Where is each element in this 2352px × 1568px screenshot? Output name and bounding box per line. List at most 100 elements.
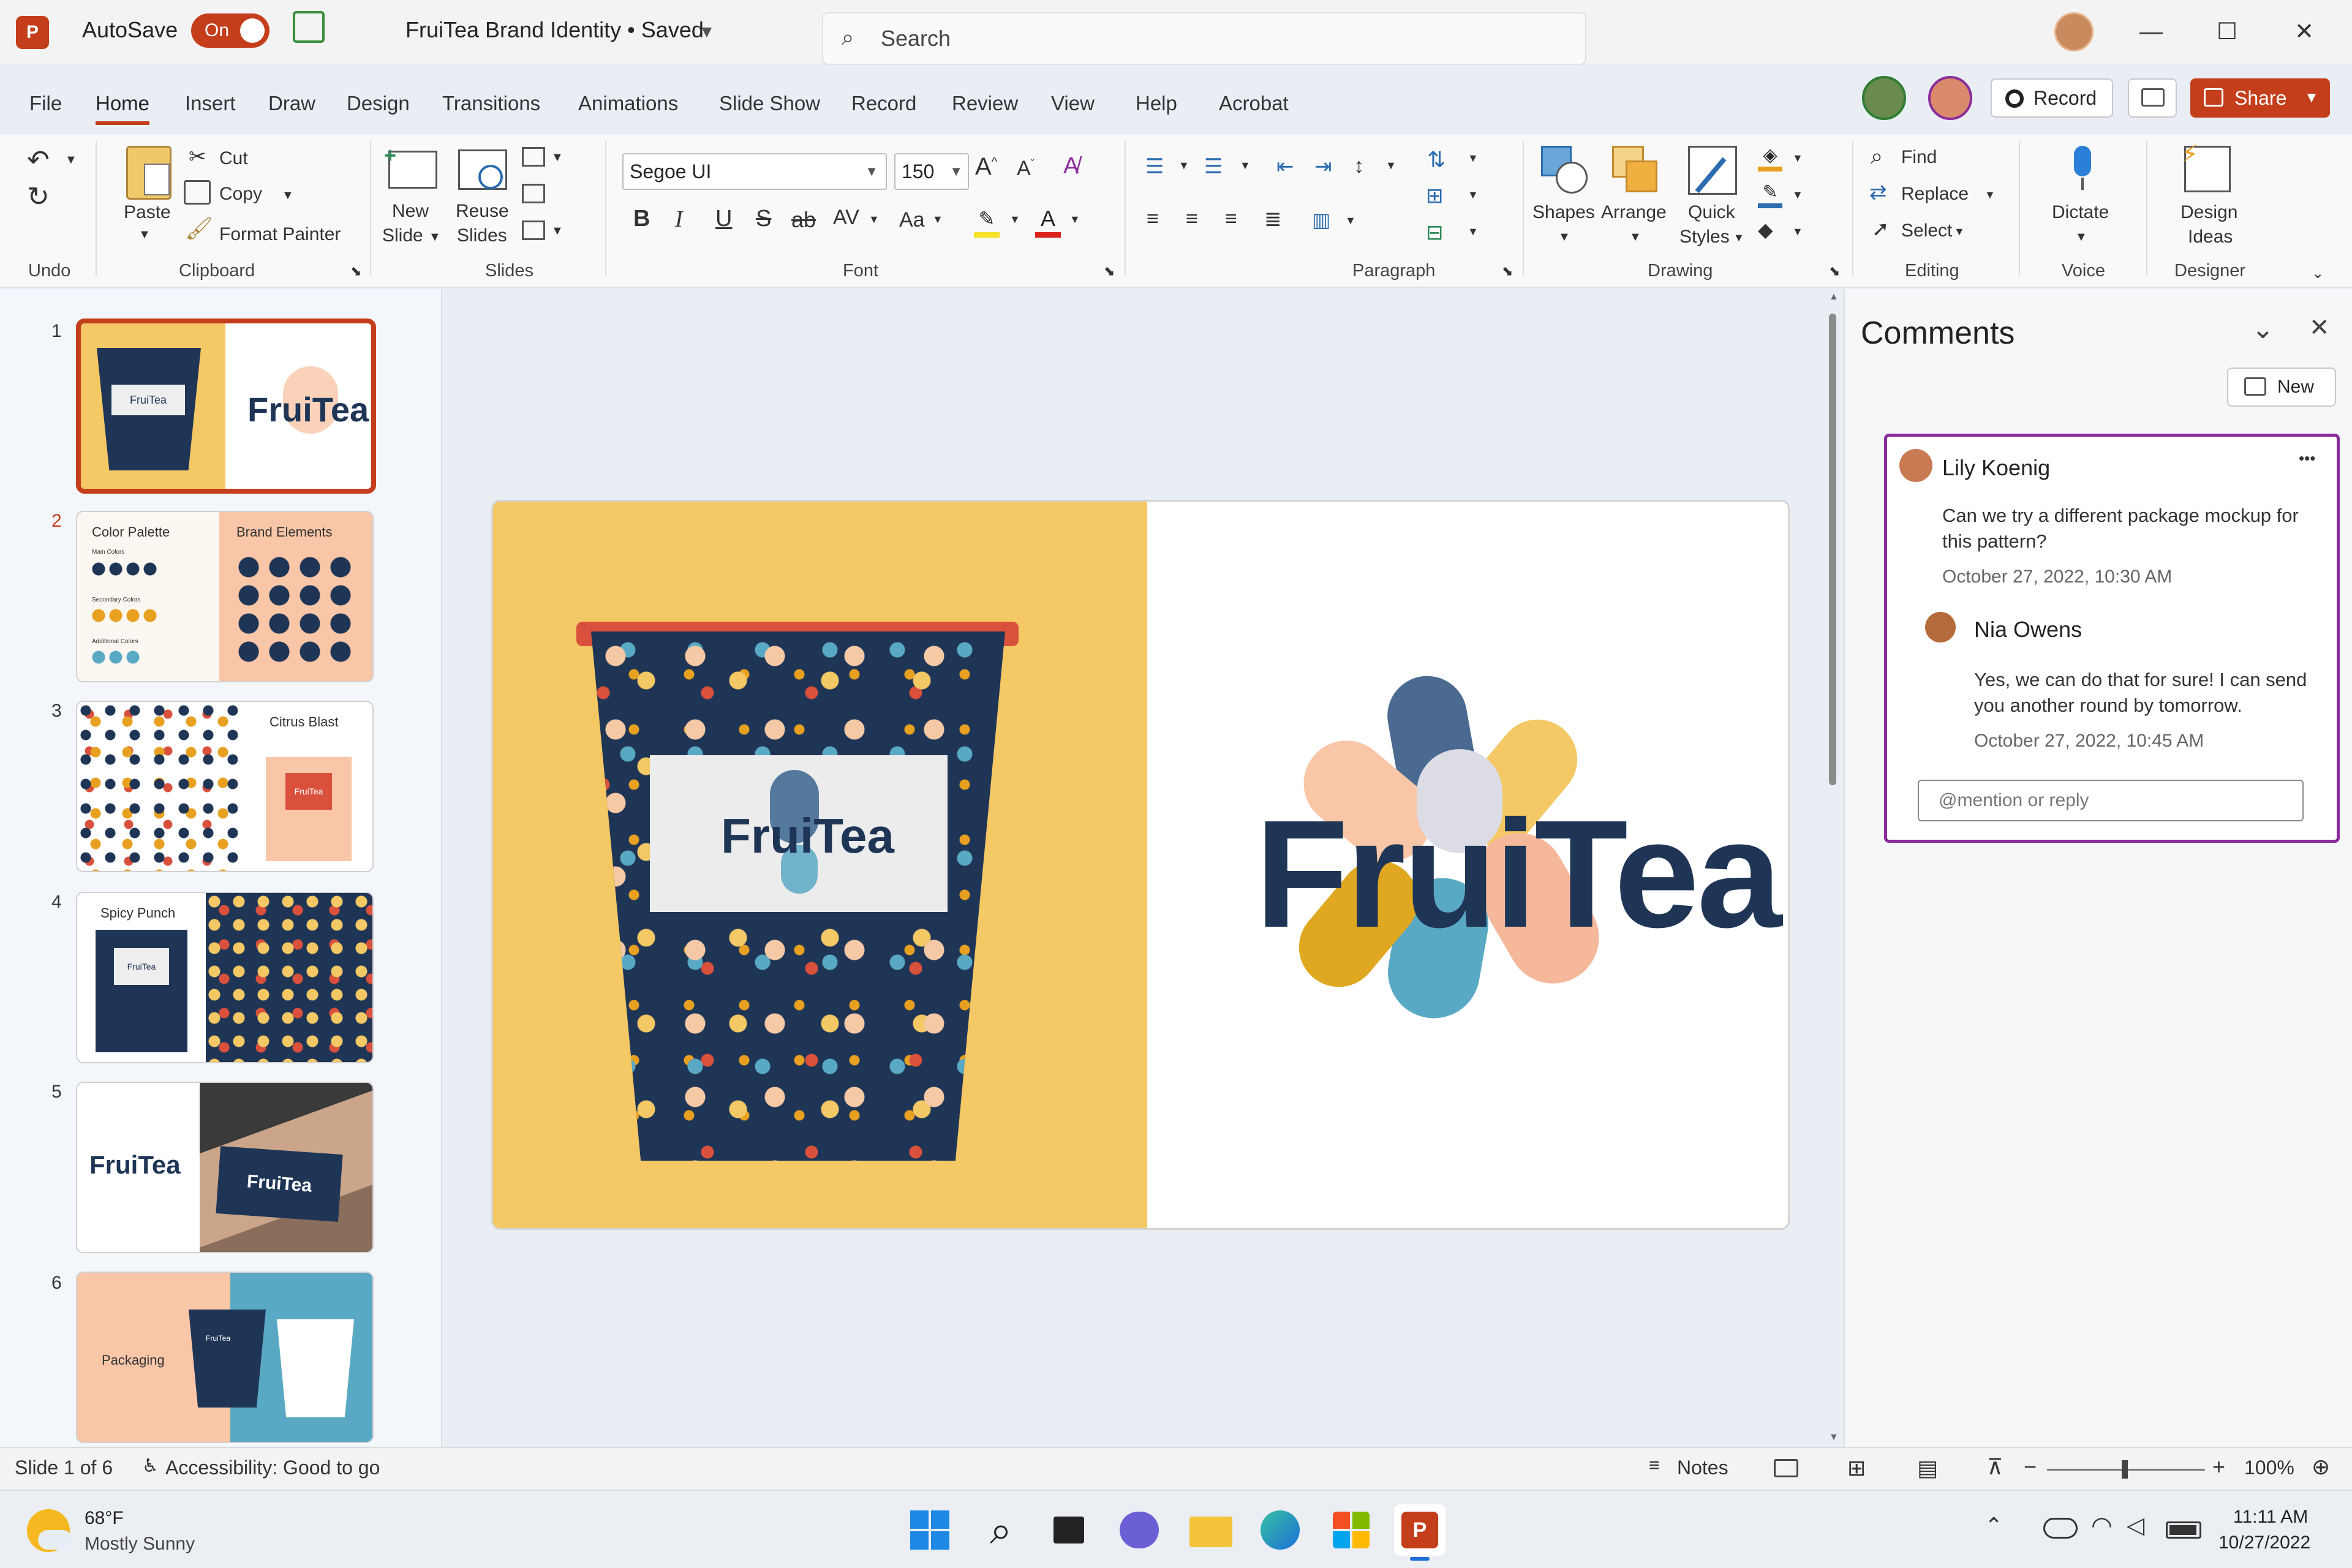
- current-slide-canvas[interactable]: FruiTea FruiTea: [491, 500, 1790, 1230]
- slide-thumbnail-5[interactable]: FruiTea FruiTea: [76, 1082, 374, 1253]
- align-center-icon[interactable]: ≡: [1186, 207, 1198, 231]
- taskbar-search-icon[interactable]: ⌕: [975, 1504, 1027, 1556]
- dictate-dropdown-icon[interactable]: ▼: [2075, 230, 2087, 244]
- comments-collapse-icon[interactable]: ⌄: [2252, 314, 2274, 345]
- slide-thumbnail-3[interactable]: FruiTea Citrus Blast: [76, 701, 374, 872]
- task-view-icon[interactable]: [1044, 1504, 1095, 1556]
- shape-outline-icon[interactable]: ✎: [1758, 181, 1782, 208]
- tab-design[interactable]: Design: [347, 92, 410, 115]
- shapes-button-label[interactable]: Shapes: [1532, 202, 1595, 223]
- spacing-dropdown-icon[interactable]: ▼: [869, 213, 880, 226]
- start-menu-icon[interactable]: [904, 1504, 956, 1556]
- select-cursor-icon[interactable]: ➚: [1872, 217, 1890, 241]
- comments-close-icon[interactable]: ✕: [2309, 314, 2330, 342]
- zoom-in-button[interactable]: +: [2212, 1454, 2225, 1480]
- layout-icon[interactable]: [522, 147, 545, 167]
- weather-sun-icon[interactable]: [27, 1509, 72, 1552]
- highlight-dropdown-icon[interactable]: ▼: [1009, 213, 1020, 226]
- columns-icon[interactable]: ▥: [1312, 208, 1330, 232]
- onedrive-cloud-icon[interactable]: [2043, 1518, 2078, 1539]
- copy-dropdown-icon[interactable]: ▼: [282, 189, 294, 203]
- zoom-out-button[interactable]: −: [2024, 1454, 2037, 1480]
- volume-icon[interactable]: ◁: [2127, 1512, 2144, 1539]
- replace-icon[interactable]: ⇄: [1869, 180, 1887, 205]
- comment-thread-card[interactable]: Lily Koenig ••• Can we try a different p…: [1884, 434, 2340, 843]
- italic-button[interactable]: I: [675, 206, 683, 233]
- align-text-icon[interactable]: ⊞: [1426, 184, 1444, 208]
- zoom-slider-thumb[interactable]: [2122, 1460, 2128, 1479]
- tab-slide-show[interactable]: Slide Show: [719, 92, 820, 115]
- paste-icon[interactable]: [126, 146, 172, 200]
- align-right-icon[interactable]: ≡: [1225, 207, 1237, 231]
- strikethrough-button[interactable]: ab: [791, 207, 816, 233]
- text-direction-dropdown-icon[interactable]: ▼: [1468, 152, 1479, 165]
- layout-dropdown-icon[interactable]: ▼: [551, 151, 564, 165]
- numbering-dropdown-icon[interactable]: ▼: [1240, 159, 1251, 172]
- reuse-slides-label-2[interactable]: Slides: [457, 225, 507, 246]
- wifi-icon[interactable]: ◠: [2091, 1512, 2113, 1540]
- notes-button[interactable]: Notes: [1677, 1457, 1728, 1479]
- tab-animations[interactable]: Animations: [578, 92, 678, 115]
- character-spacing-button[interactable]: AV: [833, 206, 859, 230]
- align-text-dropdown-icon[interactable]: ▼: [1468, 189, 1479, 202]
- font-launcher-icon[interactable]: ⬊: [1104, 263, 1115, 279]
- shape-outline-dropdown-icon[interactable]: ▼: [1792, 189, 1803, 202]
- smartart-icon[interactable]: ⊟: [1426, 221, 1444, 245]
- paste-button-label[interactable]: Paste: [124, 202, 171, 223]
- more-options-icon[interactable]: •••: [2299, 449, 2315, 468]
- arrange-button-label[interactable]: Arrange: [1601, 202, 1667, 223]
- clipboard-launcher-icon[interactable]: ⬊: [350, 263, 361, 279]
- normal-view-icon[interactable]: [1774, 1459, 1798, 1477]
- change-case-button[interactable]: Aa: [899, 208, 925, 232]
- microphone-icon[interactable]: [2069, 146, 2096, 192]
- design-ideas-icon[interactable]: ⚡: [2181, 141, 2231, 192]
- find-button[interactable]: Find: [1901, 147, 1937, 168]
- arrange-dropdown-icon[interactable]: ▼: [1629, 230, 1642, 244]
- comments-toggle-button[interactable]: [2128, 78, 2177, 118]
- powerpoint-taskbar-icon[interactable]: P: [1394, 1504, 1446, 1561]
- bullets-dropdown-icon[interactable]: ▼: [1178, 159, 1189, 172]
- undo-icon[interactable]: ↶: [27, 145, 50, 176]
- justify-icon[interactable]: ≣: [1264, 207, 1282, 232]
- file-explorer-icon[interactable]: [1185, 1504, 1236, 1556]
- numbering-icon[interactable]: ☰: [1204, 154, 1223, 179]
- slide-thumbnail-1[interactable]: FruiTea FruiTea: [76, 318, 376, 494]
- quick-styles-icon[interactable]: [1688, 146, 1737, 195]
- slide-sorter-icon[interactable]: ⊞: [1847, 1455, 1866, 1481]
- accessibility-status[interactable]: Accessibility: Good to go: [165, 1457, 380, 1479]
- reuse-slides-icon[interactable]: [458, 149, 507, 190]
- minimize-icon[interactable]: —: [2132, 12, 2171, 51]
- tab-view[interactable]: View: [1051, 92, 1095, 115]
- tab-home[interactable]: Home: [96, 92, 150, 125]
- notes-icon[interactable]: ≡: [1649, 1455, 1660, 1476]
- new-slide-label-2[interactable]: Slide: [382, 225, 423, 246]
- tray-chevron-up-icon[interactable]: ⌃: [1985, 1513, 2003, 1539]
- decrease-indent-icon[interactable]: ⇤: [1276, 154, 1294, 179]
- decrease-font-icon[interactable]: Aˇ: [1017, 157, 1035, 181]
- shadow-button[interactable]: S: [756, 206, 771, 232]
- tab-record[interactable]: Record: [851, 92, 916, 115]
- reading-view-icon[interactable]: ▤: [1917, 1455, 1938, 1481]
- shape-effects-icon[interactable]: ◆: [1758, 218, 1773, 241]
- clock-time[interactable]: 11:11 AM: [2233, 1507, 2308, 1528]
- clock-date[interactable]: 10/27/2022: [2218, 1532, 2310, 1553]
- font-color-icon[interactable]: A: [1035, 206, 1061, 238]
- shapes-icon[interactable]: [1541, 146, 1590, 195]
- accessibility-icon[interactable]: ♿: [142, 1455, 159, 1477]
- weather-temperature[interactable]: 68°F: [85, 1508, 124, 1529]
- select-button[interactable]: Select: [1901, 221, 1952, 241]
- increase-font-icon[interactable]: A^: [975, 153, 997, 181]
- cut-icon[interactable]: ✂: [189, 145, 206, 169]
- line-spacing-dropdown-icon[interactable]: ▼: [1385, 159, 1396, 172]
- zoom-level[interactable]: 100%: [2244, 1457, 2294, 1479]
- find-icon[interactable]: ⌕: [1871, 143, 1883, 170]
- tab-insert[interactable]: Insert: [185, 92, 236, 115]
- tab-file[interactable]: File: [29, 92, 62, 115]
- ribbon-collapse-icon[interactable]: ⌄: [2312, 265, 2324, 282]
- maximize-icon[interactable]: ☐: [2207, 12, 2247, 51]
- coauthor-avatar-2[interactable]: [1928, 76, 1972, 120]
- copy-icon[interactable]: [184, 180, 211, 205]
- reply-input[interactable]: @mention or reply: [1918, 780, 2304, 821]
- font-size-select[interactable]: 150 ▼: [894, 153, 969, 190]
- font-color-dropdown-icon[interactable]: ▼: [1069, 213, 1080, 226]
